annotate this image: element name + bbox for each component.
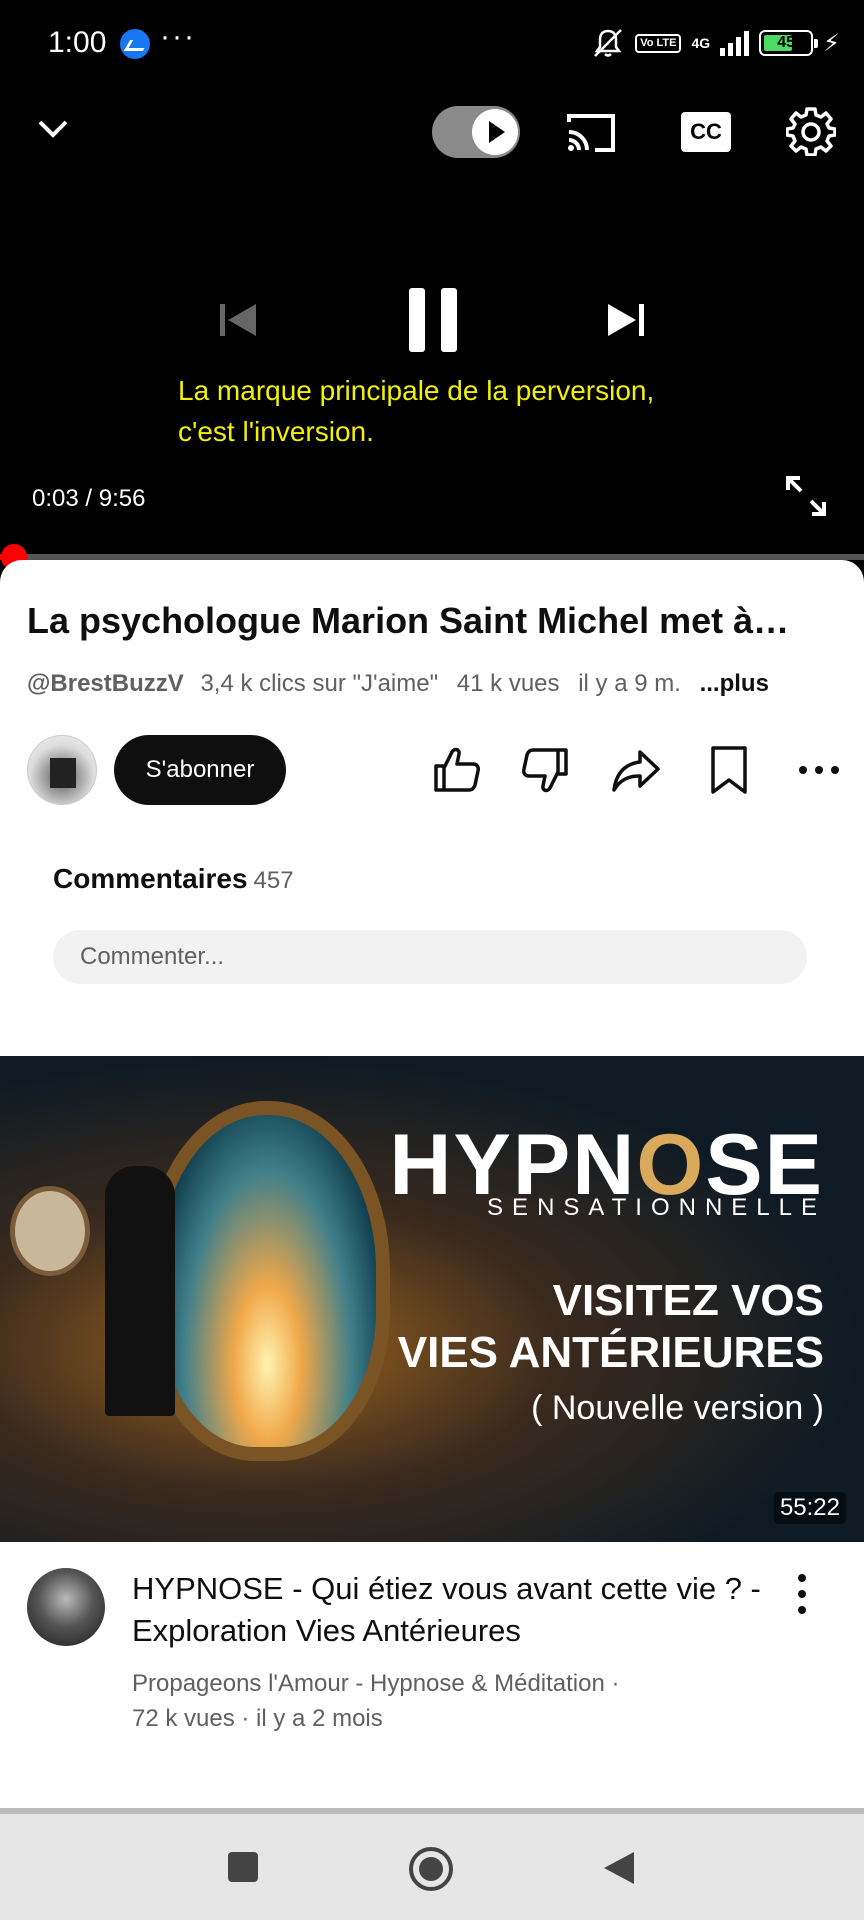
signal-icon (720, 30, 750, 56)
upload-age: il y a 9 m. (578, 670, 681, 697)
next-icon[interactable] (604, 298, 648, 342)
channel-avatar[interactable] (27, 735, 97, 805)
status-time: 1:00 (48, 26, 107, 59)
subscribe-button[interactable]: S'abonner (114, 735, 286, 805)
more-link[interactable]: ...plus (700, 670, 769, 697)
subtitle-caption: La marque principale de la perversion, c… (178, 370, 738, 452)
battery-icon: 45 (759, 30, 819, 56)
likes-count: 3,4 k clics sur "J'aime" (200, 670, 439, 697)
comment-input[interactable]: Commenter... (53, 930, 807, 984)
recommended-stats: 72 k vues · il y a 2 mois (132, 1705, 383, 1732)
status-icons: Vo LTE 4G 45 ⚡ (591, 26, 840, 60)
recommended-title[interactable]: HYPNOSE - Qui étiez vous avant cette vie… (132, 1568, 772, 1652)
messenger-icon (120, 29, 150, 59)
mute-icon (594, 29, 623, 57)
video-meta[interactable]: @BrestBuzzV 3,4 k clics sur "J'aime" 41 … (27, 670, 781, 698)
thumb-line-1: VISITEZ VOS (552, 1276, 824, 1325)
volte-badge: Vo LTE (635, 33, 682, 53)
dislike-icon[interactable] (520, 744, 572, 796)
fullscreen-icon[interactable] (784, 474, 828, 518)
cast-icon[interactable] (565, 112, 617, 154)
more-icon[interactable] (793, 744, 845, 796)
comments-label: Commentaires (53, 863, 248, 894)
back-icon[interactable] (602, 1850, 636, 1886)
views-count: 41 k vues (456, 670, 560, 697)
figure-illustration (105, 1166, 175, 1416)
subtitle-line-1: La marque principale de la perversion, (178, 375, 655, 406)
portal-illustration (145, 1101, 390, 1461)
thumb-line-2: VIES ANTÉRIEURES (397, 1328, 824, 1377)
save-icon[interactable] (703, 744, 755, 796)
chevron-down-icon[interactable] (36, 112, 70, 146)
recommended-thumbnail[interactable]: HYPNOSE SENSATIONNELLE VISITEZ VOS VIES … (0, 1056, 864, 1542)
status-bar: 1:00 ··· Vo LTE 4G 45 ⚡ (0, 0, 864, 86)
like-icon[interactable] (430, 744, 482, 796)
previous-icon[interactable] (216, 298, 260, 342)
navigation-bar (0, 1808, 864, 1920)
playback-time: 0:03 / 9:56 (32, 485, 146, 512)
home-icon[interactable] (408, 1846, 454, 1892)
cc-icon[interactable]: CC (681, 112, 731, 152)
recommended-channel: Propageons l'Amour - Hypnose & Méditatio… (132, 1670, 620, 1697)
recommended-channel-avatar[interactable] (27, 1568, 105, 1646)
recommended-meta: Propageons l'Amour - Hypnose & Méditatio… (132, 1666, 620, 1736)
battery-level: 45 (777, 34, 796, 51)
subtitle-line-2: c'est l'inversion. (178, 416, 374, 447)
autoplay-toggle[interactable] (432, 106, 520, 158)
channel-handle[interactable]: @BrestBuzzV (27, 670, 184, 697)
charging-icon: ⚡ (823, 29, 840, 57)
comments-header[interactable]: Commentaires 457 (53, 863, 294, 895)
recents-icon[interactable] (226, 1850, 260, 1884)
thumb-line-3: ( Nouvelle version ) (531, 1389, 824, 1427)
thumb-subtitle: SENSATIONNELLE (487, 1194, 826, 1221)
duration-badge: 55:22 (773, 1492, 846, 1524)
share-icon[interactable] (610, 744, 662, 796)
video-player[interactable]: CC La marque principale de la perversion… (0, 86, 864, 560)
pause-icon[interactable] (405, 284, 461, 356)
settings-icon[interactable] (786, 106, 836, 156)
comments-count: 457 (253, 867, 294, 894)
network-type: 4G (691, 35, 711, 51)
status-more-dots: ··· (160, 20, 196, 53)
kebab-menu-icon[interactable] (790, 1572, 814, 1616)
clock-illustration (10, 1186, 90, 1276)
video-title[interactable]: La psychologue Marion Saint Michel met à… (27, 600, 827, 642)
